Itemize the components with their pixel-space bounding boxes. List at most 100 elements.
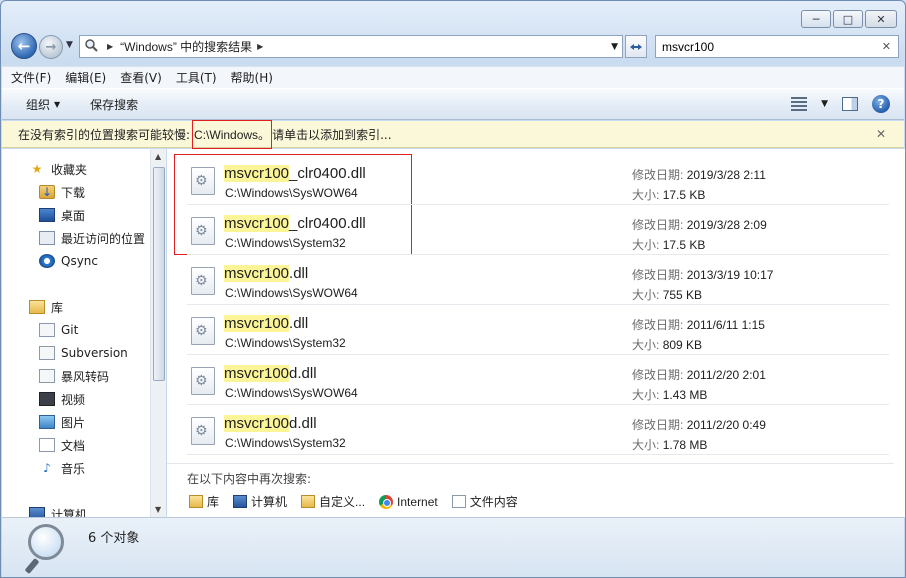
sidebar-item-recent-places[interactable]: 最近访问的位置 xyxy=(39,228,145,248)
sidebar-item-documents[interactable]: 文档 xyxy=(39,435,85,455)
modified-label: 修改日期: xyxy=(632,418,684,432)
status-bar: 6 个对象 xyxy=(2,517,904,577)
search-again-file-contents[interactable]: 文件内容 xyxy=(451,493,518,510)
breadcrumb-separator-end[interactable]: ▶ xyxy=(257,42,263,51)
caption-buttons: ─ □ ✕ xyxy=(801,10,897,28)
back-button[interactable]: ← xyxy=(11,33,37,59)
change-view-icon[interactable] xyxy=(791,97,808,111)
file-row[interactable]: msvcr100.dll C:\Windows\SysWOW64 修改日期: 2… xyxy=(187,257,889,305)
search-results-pane: msvcr100 _clr0400.dll C:\Windows\SysWOW64… xyxy=(167,149,905,517)
refresh-button[interactable] xyxy=(625,35,647,58)
breadcrumb-path[interactable]: “Windows” 中的搜索结果 xyxy=(120,38,252,55)
navigation-pane-scrollbar[interactable]: ▲ ▼ xyxy=(150,149,166,517)
navigation-pane: ★ 收藏夹 ↓ 下载 桌面 最近访问的位置 Qsync 库 Git Subver… xyxy=(2,149,150,517)
search-input[interactable] xyxy=(662,39,862,54)
menu-help[interactable]: 帮助(H) xyxy=(231,69,273,86)
search-again-internet[interactable]: Internet xyxy=(379,494,438,509)
maximize-button[interactable]: □ xyxy=(833,10,863,28)
video-library-icon xyxy=(39,392,55,406)
sidebar-item-label: 图片 xyxy=(61,415,86,430)
sidebar-item-videos[interactable]: 视频 xyxy=(39,389,85,409)
clear-search-icon[interactable]: ✕ xyxy=(882,40,891,53)
info-bar-prefix: 在没有索引的位置搜索可能较慢: xyxy=(18,127,191,142)
file-row[interactable]: msvcr100_clr0400.dll C:\Windows\SysWOW64… xyxy=(187,157,889,205)
organize-button[interactable]: 组织 ▼ xyxy=(26,96,60,113)
scroll-down-icon[interactable]: ▼ xyxy=(155,505,161,514)
scroll-thumb[interactable] xyxy=(153,167,165,381)
file-name-rest: d.dll xyxy=(289,365,317,382)
sidebar-item-label: Git xyxy=(61,323,79,337)
file-name: msvcr100.dll xyxy=(224,315,308,332)
search-again-libraries[interactable]: 库 xyxy=(189,493,219,510)
search-box[interactable]: ✕ xyxy=(655,35,899,58)
recent-pages-dropdown[interactable]: ▼ xyxy=(66,40,73,50)
sidebar-item-subversion[interactable]: Subversion xyxy=(39,343,128,363)
breadcrumb-separator[interactable]: ▶ xyxy=(107,42,113,51)
sidebar-item-label: 最近访问的位置 xyxy=(61,231,146,246)
search-again-heading: 在以下内容中再次搜索: xyxy=(187,472,312,486)
sidebar-item-downloads[interactable]: ↓ 下载 xyxy=(39,182,85,202)
sidebar-item-libraries[interactable]: 库 xyxy=(29,297,63,317)
file-size: 大小: 1.78 MB xyxy=(632,436,707,453)
sidebar-item-baofeng[interactable]: 暴风转码 xyxy=(39,366,109,386)
file-size: 大小: 1.43 MB xyxy=(632,386,707,403)
menu-view[interactable]: 查看(V) xyxy=(120,69,162,86)
sidebar-item-label: 暴风转码 xyxy=(61,369,110,384)
search-match-highlight: msvcr100 xyxy=(224,415,290,432)
file-row[interactable]: msvcr100d.dll C:\Windows\System32 修改日期: … xyxy=(187,407,889,455)
dll-file-icon xyxy=(191,267,215,295)
file-name-rest: d.dll xyxy=(289,415,317,432)
library-icon xyxy=(29,300,45,314)
sidebar-item-computer[interactable]: 计算机 xyxy=(29,504,87,517)
divider xyxy=(167,463,894,464)
address-dropdown-icon[interactable]: ▼ xyxy=(611,42,618,52)
menu-file[interactable]: 文件(F) xyxy=(11,69,51,86)
picture-library-icon xyxy=(39,415,55,429)
sidebar-item-music[interactable]: ♪ 音乐 xyxy=(39,458,85,478)
help-icon[interactable]: ? xyxy=(872,95,890,113)
close-button[interactable]: ✕ xyxy=(865,10,897,28)
sidebar-item-desktop[interactable]: 桌面 xyxy=(39,205,85,225)
sidebar-item-label: 收藏夹 xyxy=(51,162,88,177)
file-row[interactable]: msvcr100d.dll C:\Windows\SysWOW64 修改日期: … xyxy=(187,357,889,405)
file-path: C:\Windows\SysWOW64 xyxy=(225,386,358,400)
scroll-up-icon[interactable]: ▲ xyxy=(155,152,161,161)
search-again-label: 计算机 xyxy=(251,495,288,509)
modified-label: 修改日期: xyxy=(632,268,684,282)
sidebar-item-label: Subversion xyxy=(61,346,128,360)
sidebar-item-favorites[interactable]: ★ 收藏夹 xyxy=(29,159,87,179)
forward-button[interactable]: → xyxy=(39,35,63,59)
sidebar-item-qsync[interactable]: Qsync xyxy=(39,251,98,271)
search-again-label: Internet xyxy=(397,494,438,509)
preview-pane-icon[interactable] xyxy=(842,97,858,111)
index-info-bar[interactable]: 在没有索引的位置搜索可能较慢: C:\Windows。 请单击以添加到索引...… xyxy=(2,119,904,149)
size-value: 17.5 KB xyxy=(662,188,706,202)
dll-file-icon xyxy=(191,317,215,345)
save-search-button[interactable]: 保存搜索 xyxy=(90,96,138,113)
file-contents-icon xyxy=(451,495,466,508)
menu-tools[interactable]: 工具(T) xyxy=(176,69,217,86)
size-value: 809 KB xyxy=(662,338,703,352)
modified-value: 2019/3/28 2:09 xyxy=(686,218,767,232)
info-bar-close-icon[interactable]: ✕ xyxy=(876,127,886,141)
search-again-label: 自定义... xyxy=(319,495,366,509)
file-row[interactable]: msvcr100_clr0400.dll C:\Windows\System32… xyxy=(187,207,889,255)
file-name-rest: _clr0400.dll xyxy=(289,165,366,182)
size-label: 大小: xyxy=(632,438,660,452)
minimize-button[interactable]: ─ xyxy=(801,10,831,28)
search-match-highlight: msvcr100 xyxy=(224,265,290,282)
sidebar-item-git[interactable]: Git xyxy=(39,320,78,340)
file-modified: 修改日期: 2011/6/11 1:15 xyxy=(632,316,765,333)
sidebar-item-pictures[interactable]: 图片 xyxy=(39,412,85,432)
search-again-computer[interactable]: 计算机 xyxy=(233,493,287,510)
git-library-icon xyxy=(39,323,55,337)
computer-icon xyxy=(29,507,45,517)
chrome-icon xyxy=(379,494,394,509)
address-bar[interactable]: ▶ “Windows” 中的搜索结果 ▶ ▼ xyxy=(79,35,623,58)
library-icon xyxy=(189,495,203,508)
file-row[interactable]: msvcr100.dll C:\Windows\System32 修改日期: 2… xyxy=(187,307,889,355)
menu-edit[interactable]: 编辑(E) xyxy=(65,69,106,86)
search-again-label: 文件内容 xyxy=(469,495,518,509)
search-again-custom[interactable]: 自定义... xyxy=(301,493,365,510)
view-options-dropdown-icon[interactable]: ▼ xyxy=(821,99,828,109)
